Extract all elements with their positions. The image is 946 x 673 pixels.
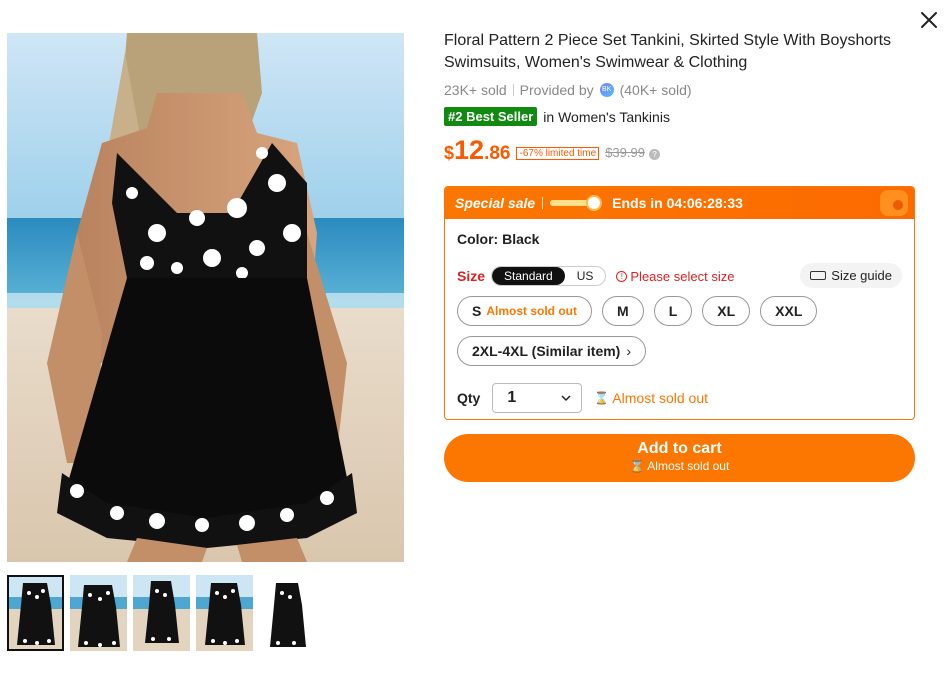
- sale-decoration-icon: [880, 190, 908, 216]
- quantity-warning: ⌛ Almost sold out: [594, 390, 708, 406]
- size-option-label: XL: [717, 303, 736, 319]
- size-guide-label: Size guide: [831, 268, 892, 283]
- warning-icon: !: [616, 270, 628, 282]
- sale-progress-knob: [586, 195, 603, 211]
- size-options: S Almost sold out M L XL XXL 2XL-4XL (Si…: [457, 296, 837, 366]
- quantity-select[interactable]: 1: [492, 383, 583, 413]
- price-row: $12.86 -67% limited time $39.99 ?: [444, 135, 916, 167]
- provided-by-label: Provided by: [519, 82, 594, 98]
- best-seller-row: #2 Best Seller in Women's Tankinis: [444, 106, 916, 127]
- special-sale-box: Special sale Ends in 04:06:28:33 Color: …: [444, 186, 915, 420]
- best-seller-badge[interactable]: #2 Best Seller: [444, 107, 538, 126]
- size-system-us[interactable]: US: [565, 267, 606, 285]
- qty-label: Qty: [457, 390, 481, 406]
- thumbnail-1[interactable]: [7, 575, 64, 651]
- add-to-cart-button[interactable]: Add to cart ⌛ Almost sold out: [444, 434, 915, 482]
- product-title: Floral Pattern 2 Piece Set Tankini, Skir…: [444, 32, 892, 71]
- thumbnail-2[interactable]: [70, 575, 127, 651]
- best-seller-category[interactable]: in Women's Tankinis: [543, 109, 670, 125]
- size-option-label: 2XL-4XL (Similar item): [472, 343, 621, 359]
- sale-countdown: Ends in 04:06:28:33: [612, 195, 743, 211]
- size-option-m[interactable]: M: [602, 296, 644, 326]
- close-icon: [921, 12, 937, 28]
- size-option-label: XXL: [775, 303, 803, 319]
- info-icon[interactable]: ?: [648, 149, 660, 160]
- ruler-icon: [810, 271, 827, 280]
- current-price: $12.86: [444, 135, 510, 166]
- chevron-down-icon: [561, 394, 571, 401]
- quantity-value: 1: [507, 389, 517, 406]
- size-option-xxl[interactable]: XXL: [760, 296, 818, 326]
- size-option-label: M: [617, 303, 629, 319]
- hourglass-icon: ⌛: [594, 391, 610, 405]
- color-label: Color: Black: [457, 231, 540, 247]
- size-row: Size Standard US ! Please select size Si…: [457, 263, 902, 288]
- size-option-label: L: [668, 303, 678, 319]
- product-photo: [7, 33, 404, 562]
- size-option-xl[interactable]: XL: [702, 296, 751, 326]
- divider: [512, 84, 514, 96]
- close-button[interactable]: [918, 9, 940, 31]
- special-sale-header: Special sale Ends in 04:06:28:33: [445, 187, 914, 219]
- thumbnail-3[interactable]: [133, 575, 190, 651]
- thumbnail-strip: [7, 575, 316, 651]
- sold-count: 23K+ sold: [444, 82, 507, 98]
- sales-meta: 23K+ sold Provided by BK (40K+ sold): [444, 80, 916, 100]
- size-system-toggle: Standard US: [491, 266, 607, 286]
- thumbnail-5[interactable]: [259, 575, 316, 651]
- product-info-panel: Floral Pattern 2 Piece Set Tankini, Skir…: [444, 30, 916, 482]
- quantity-row: Qty 1 ⌛ Almost sold out: [457, 383, 902, 413]
- options-panel: Color: Black Size Standard US ! Please s…: [445, 219, 914, 419]
- size-warning: ! Please select size: [616, 269, 734, 284]
- hourglass-icon: ⌛: [629, 459, 645, 473]
- size-system-standard[interactable]: Standard: [492, 267, 565, 285]
- sale-progress-bar: [550, 195, 603, 211]
- size-option-similar-item[interactable]: 2XL-4XL (Similar item) ›: [457, 336, 647, 366]
- size-guide-button[interactable]: Size guide: [800, 263, 902, 288]
- thumbnail-4[interactable]: [196, 575, 253, 651]
- price-currency: $: [444, 143, 455, 163]
- special-sale-title: Special sale: [455, 195, 536, 211]
- divider: [542, 197, 544, 209]
- add-to-cart-sub-text: Almost sold out: [647, 459, 730, 473]
- price-integer: 12: [454, 135, 485, 165]
- store-sold-count: (40K+ sold): [619, 82, 692, 98]
- size-label: Size: [457, 268, 486, 284]
- discount-badge: -67% limited time: [516, 147, 600, 160]
- store-logo-icon[interactable]: BK: [599, 83, 614, 97]
- main-product-image[interactable]: [7, 33, 404, 562]
- size-option-label: S: [472, 303, 482, 319]
- add-to-cart-sub: ⌛ Almost sold out: [444, 459, 915, 473]
- size-option-l[interactable]: L: [653, 296, 693, 326]
- size-option-s[interactable]: S Almost sold out: [457, 296, 593, 326]
- size-warning-text: Please select size: [630, 268, 735, 284]
- chevron-right-icon: ›: [626, 343, 632, 359]
- original-price: $39.99: [605, 145, 645, 160]
- add-to-cart-label: Add to cart: [637, 440, 722, 457]
- quantity-warning-text: Almost sold out: [612, 390, 709, 406]
- size-option-note: Almost sold out: [486, 304, 578, 318]
- price-decimal: .86: [484, 143, 511, 164]
